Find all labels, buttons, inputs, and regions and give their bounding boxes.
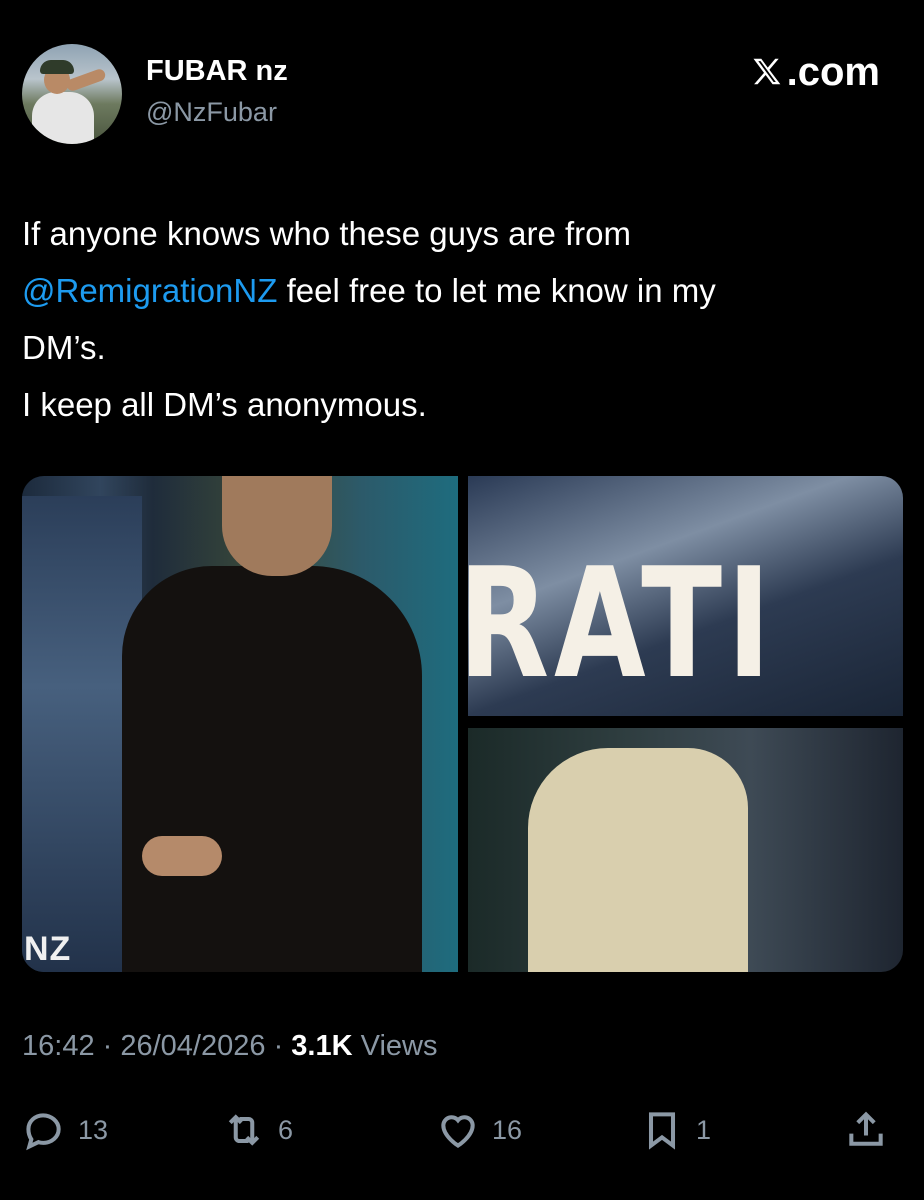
brand-label: .com: [786, 50, 880, 94]
photo-left-caption: NZ: [24, 930, 72, 968]
meta-separator: ·: [94, 1030, 121, 1062]
avatar[interactable]: [22, 44, 122, 144]
retweet-icon: [228, 1114, 260, 1146]
tweet-line: @RemigrationNZ feel free to let me know …: [22, 262, 902, 319]
photo-left[interactable]: NZ: [22, 476, 458, 972]
reply-icon: [26, 1113, 61, 1151]
tweet-line: I keep all DM’s anonymous.: [22, 386, 427, 423]
x-logo-icon: [753, 58, 780, 84]
bookmark-count: 1: [696, 1114, 712, 1145]
reply-button[interactable]: 13: [22, 1100, 108, 1160]
post-date[interactable]: 26/04/2026: [120, 1030, 265, 1062]
heart-icon: [441, 1115, 475, 1148]
post-time[interactable]: 16:42: [22, 1030, 95, 1062]
tweet-text: If anyone knows who these guys are from …: [22, 205, 902, 433]
like-button[interactable]: 16: [436, 1100, 522, 1160]
photo-top-right[interactable]: RATI: [468, 476, 903, 716]
reply-count: 13: [78, 1114, 109, 1145]
tweet-screenshot: FUBAR nz @NzFubar .com If anyone knows w…: [0, 0, 924, 1200]
bookmark-icon: [648, 1112, 676, 1150]
share-button[interactable]: [844, 1100, 888, 1160]
mention-link[interactable]: @RemigrationNZ: [22, 272, 277, 309]
media-grid: NZ RATI: [22, 476, 903, 972]
user-handle[interactable]: @NzFubar: [146, 97, 277, 128]
retweet-button[interactable]: 6: [222, 1100, 293, 1160]
photo-top-right-caption: RATI: [468, 535, 776, 712]
tweet-line-text: feel free to let me know in my: [277, 272, 716, 309]
meta-separator: ·: [265, 1030, 292, 1062]
views-count: 3.1K: [291, 1030, 353, 1062]
share-icon: [849, 1111, 883, 1146]
tweet-meta: 16:42 · 26/04/2026 · 3.1K Views: [22, 1030, 437, 1063]
retweet-count: 6: [278, 1114, 294, 1145]
like-count: 16: [492, 1114, 523, 1145]
brand-watermark: .com: [749, 50, 880, 95]
views-label: Views: [352, 1030, 438, 1062]
display-name[interactable]: FUBAR nz: [146, 55, 288, 88]
tweet-line: DM’s.: [22, 329, 106, 366]
action-bar: 13 6 16 1: [22, 1100, 902, 1160]
bookmark-button[interactable]: 1: [640, 1100, 711, 1160]
tweet-line: If anyone knows who these guys are from: [22, 215, 631, 252]
photo-bottom-right[interactable]: [468, 728, 903, 972]
